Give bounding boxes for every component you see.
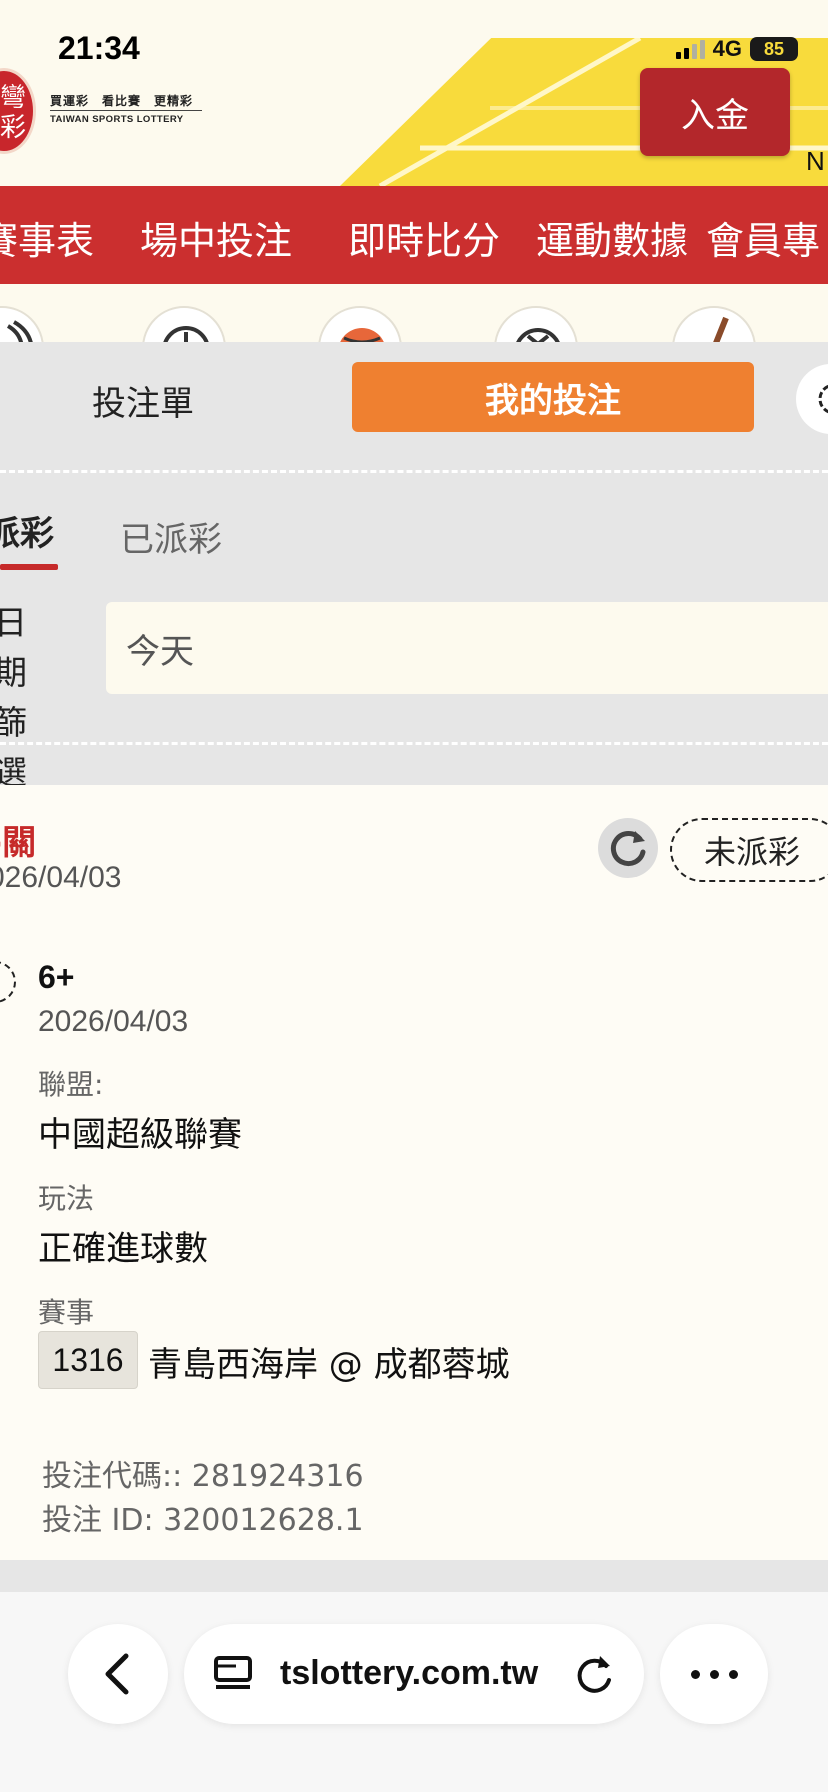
selection-name: 6+ [38,959,75,995]
header-edge-letter: N [806,146,825,176]
card-bottom-band [0,1560,828,1592]
more-options-icon[interactable] [660,1624,768,1724]
address-bar[interactable]: tslottery.com.tw [184,1624,644,1724]
market-label: 玩法 [38,1182,95,1215]
soccer-icon[interactable] [494,306,578,342]
bet-code: 投注代碼:: 281924316 [42,1459,364,1494]
deposit-button[interactable]: 入金 [640,68,790,156]
nav-item-live-scores[interactable]: 即時比分 [348,210,500,265]
nav-item-schedule[interactable]: 賽事表 [0,210,94,265]
bet-placed-date: 026/04/03 [0,861,122,894]
sport-icon-strip [0,284,828,342]
bet-type: -關 [0,823,37,863]
status-time: 21:34 [58,30,140,66]
logo-tagline: 買運彩 看比賽 更精彩 [50,94,194,108]
logo-subtitle: TAIWAN SPORTS LOTTERY [50,110,202,125]
url-text: tslottery.com.tw [280,1654,539,1692]
subtab-unpaid[interactable]: 派彩 [0,506,54,555]
network-label: 4G [712,36,742,61]
basketball-icon[interactable] [318,306,402,342]
tab-bet-slip[interactable]: 投注單 [92,376,194,425]
nav-item-sports-data[interactable]: 運動數據 [536,210,688,265]
selection-date: 2026/04/03 [38,1005,189,1038]
league-label: 聯盟: [38,1068,104,1101]
divider [0,742,828,745]
reader-mode-icon[interactable] [212,1654,254,1694]
nav-item-member[interactable]: 會員專 [706,210,820,265]
date-filter-select[interactable]: 今天 [106,602,828,694]
signal-icon [675,39,705,59]
bet-id: 投注 ID: 320012628.1 [42,1503,364,1538]
tab-my-bets[interactable]: 我的投注 [352,362,754,432]
baseball-icon[interactable] [142,306,226,342]
main-nav: 賽事表 場中投注 即時比分 運動數據 會員專 [0,186,828,284]
logo-icon[interactable]: 彎彩 [0,68,36,154]
back-chevron-icon[interactable] [68,1624,168,1724]
subtab-active-indicator [0,564,58,570]
refresh-icon[interactable] [598,818,658,878]
bet-slip-panel: 投注單 我的投注 派彩 已派彩 日期篩選 今天 [0,342,828,792]
bet-card: -關 026/04/03 未派彩 6+ 2026/04/03 聯盟: 中國超級聯… [0,785,828,1560]
nav-item-live-betting[interactable]: 場中投注 [140,210,292,265]
hockey-icon[interactable] [672,306,756,342]
browser-toolbar: tslottery.com.tw [0,1592,828,1792]
status-badge: 未派彩 [670,818,828,882]
subtab-paid[interactable]: 已派彩 [120,512,222,561]
divider [0,470,828,473]
event-label: 賽事 [38,1296,95,1329]
selection-marker-icon [0,961,16,1003]
header: 21:34 4G 85 彎彩 買運彩 看比賽 更精彩 TAIWAN SPORTS… [0,0,828,186]
settings-gear-icon[interactable] [796,364,828,434]
status-indicators: 4G 85 [675,36,798,62]
league-value: 中國超級聯賽 [38,1115,242,1155]
market-value: 正確進球數 [38,1229,208,1269]
battery-icon: 85 [750,37,798,61]
reload-icon[interactable] [572,1650,618,1698]
event-teams: 青島西海岸 @ 成都蓉城 [148,1345,510,1385]
volleyball-icon[interactable] [0,306,44,342]
event-code: 1316 [38,1331,138,1389]
date-filter-label: 日期篩選 [0,603,27,792]
